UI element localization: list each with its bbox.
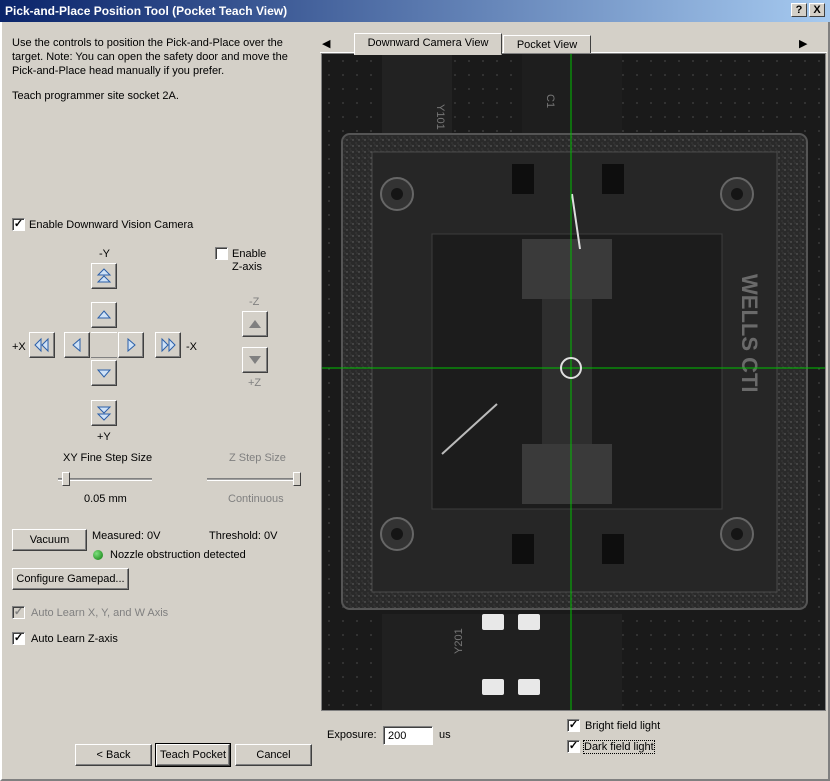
dark-field-checkbox[interactable]: ✓: [567, 740, 580, 753]
jog-z-up-button[interactable]: [242, 311, 268, 337]
camera-image: Y101 C1 Y201 WELLS CTI: [322, 54, 825, 710]
enable-z-axis-checkbox[interactable]: [215, 247, 228, 260]
tab-scroll-left-icon[interactable]: ◀: [322, 37, 330, 50]
instructions: Use the controls to position the Pick-an…: [12, 36, 288, 78]
up-triangle-icon: [249, 320, 261, 328]
nozzle-status: Nozzle obstruction detected: [110, 549, 246, 561]
plus-z-label: +Z: [248, 377, 262, 389]
minus-y-label: -Y: [99, 248, 110, 260]
cancel-button[interactable]: Cancel: [235, 744, 312, 766]
minus-z-label: -Z: [249, 296, 260, 308]
teach-pocket-button[interactable]: Teach Pocket: [155, 743, 231, 767]
marking-y201: Y201: [453, 628, 465, 654]
back-button[interactable]: < Back: [75, 744, 152, 766]
jog-x-fast-left-button[interactable]: [29, 332, 55, 358]
z-step-track[interactable]: [207, 478, 301, 481]
vacuum-button[interactable]: Vacuum: [12, 529, 87, 551]
vacuum-threshold: Threshold: 0V: [209, 530, 278, 542]
minus-x-label: -X: [186, 341, 197, 353]
bright-field-checkbox[interactable]: ✓: [567, 719, 580, 732]
enable-z-line: Z-axis: [232, 261, 262, 273]
instructions-line: Use the controls to position the Pick-an…: [12, 37, 283, 49]
close-button[interactable]: X: [809, 3, 825, 17]
tab-pocket-view[interactable]: Pocket View: [503, 35, 591, 55]
double-down-arrow-icon: [96, 406, 112, 421]
jog-z-down-button[interactable]: [242, 347, 268, 373]
auto-learn-xyw-label: Auto Learn X, Y, and W Axis: [31, 607, 169, 619]
z-step-value: Continuous: [228, 493, 284, 505]
jog-y-fast-up-button[interactable]: [91, 263, 117, 289]
instructions-line: target. Note: You can open the safety do…: [12, 51, 288, 63]
exposure-input[interactable]: 200: [383, 726, 433, 745]
xy-step-label: XY Fine Step Size: [63, 452, 153, 464]
down-arrow-icon: [96, 369, 112, 378]
title-bar: Pick-and-Place Position Tool (Pocket Tea…: [0, 0, 830, 22]
site-label: Teach programmer site socket 2A.: [12, 90, 179, 102]
jog-center: [91, 332, 117, 358]
marking-wells: WELLS CTI: [737, 274, 762, 393]
jog-x-fast-right-button[interactable]: [155, 332, 181, 358]
enable-z-axis-label: Enable Z-axis: [232, 248, 266, 274]
configure-gamepad-button[interactable]: Configure Gamepad...: [12, 568, 129, 590]
marking-y101: Y101: [434, 104, 446, 130]
double-up-arrow-icon: [96, 268, 112, 283]
xy-step-value: 0.05 mm: [84, 493, 127, 505]
plus-x-label: +X: [12, 341, 26, 353]
instructions-line: Pick-and-Place head manually if you pref…: [12, 65, 225, 77]
help-button[interactable]: ?: [791, 3, 807, 17]
dark-field-label: Dark field light: [583, 740, 655, 754]
window-title: Pick-and-Place Position Tool (Pocket Tea…: [5, 4, 288, 18]
auto-learn-z-checkbox[interactable]: ✓: [12, 632, 25, 645]
auto-learn-z-label: Auto Learn Z-axis: [31, 633, 118, 645]
z-step-label: Z Step Size: [229, 452, 286, 464]
plus-y-label: +Y: [97, 431, 111, 443]
bright-field-label: Bright field light: [585, 720, 661, 732]
double-right-arrow-icon: [161, 337, 176, 353]
exposure-label: Exposure:: [327, 729, 377, 741]
left-arrow-icon: [72, 337, 81, 353]
enable-camera-label: Enable Downward Vision Camera: [29, 219, 194, 231]
jog-y-down-button[interactable]: [91, 360, 117, 386]
down-triangle-icon: [249, 356, 261, 364]
auto-learn-xyw-checkbox[interactable]: ✓: [12, 606, 25, 619]
exposure-unit: us: [439, 729, 451, 741]
jog-y-up-button[interactable]: [91, 302, 117, 328]
right-arrow-icon: [127, 337, 136, 353]
vacuum-measured: Measured: 0V: [92, 530, 161, 542]
marking-c1: C1: [544, 94, 556, 108]
z-step-thumb[interactable]: [293, 472, 301, 486]
tab-downward-camera[interactable]: Downward Camera View: [354, 33, 502, 55]
camera-view[interactable]: Y101 C1 Y201 WELLS CTI: [321, 53, 826, 711]
status-led-icon: [93, 550, 103, 560]
double-left-arrow-icon: [34, 337, 49, 353]
xy-step-thumb[interactable]: [62, 472, 70, 486]
jog-x-left-button[interactable]: [64, 332, 90, 358]
jog-y-fast-down-button[interactable]: [91, 400, 117, 426]
jog-x-right-button[interactable]: [118, 332, 144, 358]
enable-z-line: Enable: [232, 248, 267, 260]
up-arrow-icon: [96, 310, 112, 319]
tab-scroll-right-icon[interactable]: ▶: [799, 37, 807, 50]
xy-step-track[interactable]: [58, 478, 152, 481]
enable-camera-checkbox[interactable]: ✓: [12, 218, 25, 231]
